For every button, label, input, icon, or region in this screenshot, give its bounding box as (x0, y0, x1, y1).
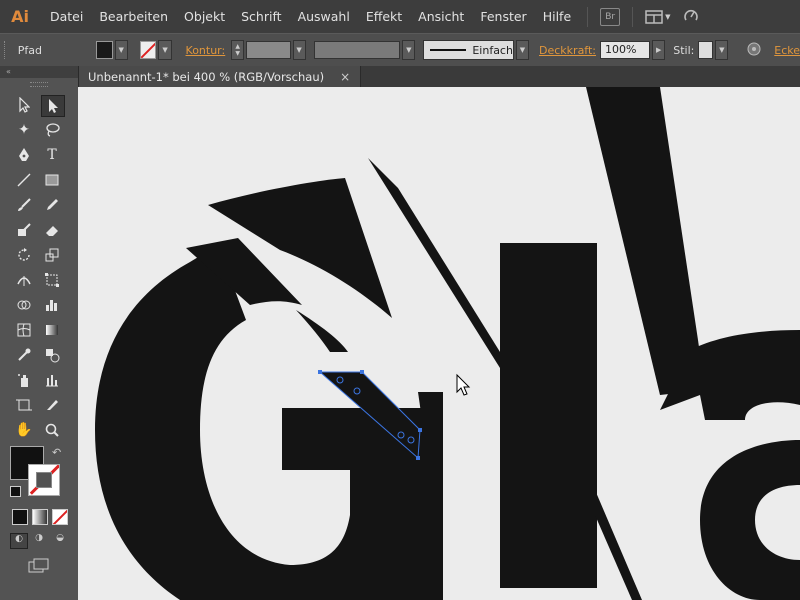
rotate-tool-icon[interactable] (13, 245, 35, 265)
lower-sliver[interactable] (595, 490, 642, 600)
artwork[interactable] (78, 87, 800, 600)
screen-mode-icon[interactable] (28, 558, 50, 577)
variable-width-field[interactable] (313, 41, 401, 59)
anchor-point[interactable] (360, 370, 364, 374)
object-type-label: Pfad (17, 43, 42, 57)
contour-link[interactable]: Kontur: (186, 44, 226, 57)
lasso-tool-icon[interactable] (41, 120, 63, 140)
color-mode-button[interactable] (12, 509, 28, 525)
anchor-point[interactable] (416, 456, 420, 460)
menu-effekt[interactable]: Effekt (358, 9, 410, 24)
mouse-pointer-icon (456, 373, 471, 396)
eraser-tool-icon[interactable] (41, 220, 63, 240)
none-mode-button[interactable] (52, 509, 68, 525)
pencil-tool-icon[interactable] (41, 195, 63, 215)
big-diagonal-stroke[interactable] (586, 87, 705, 395)
diagonal-sliver[interactable] (368, 158, 505, 368)
menu-auswahl[interactable]: Auswahl (290, 9, 358, 24)
selection-tool-icon[interactable] (13, 95, 35, 115)
menu-bar: Ai Datei Bearbeiten Objekt Schrift Auswa… (0, 0, 800, 33)
control-bar: Pfad ▼ ▼ Kontur: ▲ ▼ ▼ ▼ Einfach ▼ Deckkr… (0, 33, 800, 67)
symbol-sprayer-tool-icon[interactable] (13, 370, 35, 390)
stroke-weight-stepper[interactable]: ▲ ▼ (231, 40, 245, 60)
panel-grip[interactable] (30, 82, 48, 87)
grip-handle[interactable] (4, 41, 8, 59)
magic-wand-tool-icon[interactable]: ✦ (13, 120, 35, 140)
style-dropdown[interactable]: ▼ (715, 40, 729, 60)
stroke-dropdown[interactable]: ▼ (158, 40, 172, 60)
document-tab[interactable]: Unbenannt-1* bei 400 % (RGB/Vorschau) × (78, 66, 362, 87)
artboard-canvas[interactable] (78, 87, 800, 600)
document-tab-bar: Unbenannt-1* bei 400 % (RGB/Vorschau) × (78, 66, 800, 87)
slice-tool-icon[interactable] (41, 395, 63, 415)
column-graph-tool-icon[interactable] (41, 370, 63, 390)
fill-dropdown[interactable]: ▼ (114, 40, 128, 60)
stroke-style-field[interactable]: Einfach (423, 40, 514, 60)
gpu-performance-icon[interactable] (683, 7, 699, 26)
zoom-tool-icon[interactable] (41, 420, 63, 440)
menu-schrift[interactable]: Schrift (233, 9, 289, 24)
eyedropper-tool-icon[interactable] (13, 345, 35, 365)
menu-fenster[interactable]: Fenster (472, 9, 534, 24)
swap-colors-icon[interactable]: ↶ (52, 446, 61, 459)
letter-l-shape[interactable] (500, 243, 597, 588)
blob-brush-tool-icon[interactable] (13, 220, 35, 240)
stroke-style-label: Einfach (472, 43, 513, 57)
bridge-icon[interactable]: Br (600, 7, 621, 26)
menu-hilfe[interactable]: Hilfe (535, 9, 579, 24)
style-swatch[interactable] (698, 41, 714, 59)
arrange-documents-icon[interactable]: ▼ (645, 9, 671, 24)
gradient-tool-icon[interactable] (41, 320, 63, 340)
opacity-link[interactable]: Deckkraft: (539, 44, 596, 57)
app-logo: Ai (11, 7, 29, 26)
paintbrush-tool-icon[interactable] (13, 195, 35, 215)
menu-separator (587, 6, 589, 27)
draw-inside-icon[interactable]: ◒ (52, 533, 68, 547)
line-tool-icon[interactable] (13, 170, 35, 190)
style-label: Stil: (673, 43, 695, 57)
letter-a-bowl[interactable] (700, 440, 800, 600)
shape-builder-tool-icon[interactable] (13, 295, 35, 315)
type-tool-icon[interactable]: T (41, 145, 63, 165)
recolor-artwork-icon[interactable] (746, 41, 762, 60)
stroke-style-dropdown[interactable]: ▼ (515, 40, 530, 60)
blend-tool-icon[interactable] (41, 345, 63, 365)
panel-collapse-icon[interactable]: « (0, 66, 78, 78)
stroke-swatch[interactable] (139, 41, 157, 59)
variable-width-dropdown[interactable]: ▼ (402, 40, 416, 60)
width-tool-icon[interactable] (13, 270, 35, 290)
close-icon[interactable]: × (340, 70, 350, 84)
hand-tool-icon[interactable]: ✋ (13, 420, 35, 440)
document-tab-title: Unbenannt-1* bei 400 % (RGB/Vorschau) (88, 69, 325, 84)
stroke-weight-field[interactable] (246, 41, 291, 59)
tools-panel: « ✦ T ✋ ↶ ◐ ◑ ◒ (0, 66, 79, 600)
stroke-preview-line (430, 49, 467, 51)
fill-swatch[interactable] (96, 41, 113, 59)
menu-datei[interactable]: Datei (42, 9, 91, 24)
menu-ansicht[interactable]: Ansicht (410, 9, 472, 24)
anchor-point[interactable] (318, 370, 322, 374)
scale-tool-icon[interactable] (41, 245, 63, 265)
slice-piece-3[interactable] (296, 310, 348, 352)
graph-tool-icon[interactable] (41, 295, 63, 315)
corner-link[interactable]: Ecke (774, 44, 800, 57)
default-colors-icon[interactable] (10, 486, 21, 497)
rectangle-tool-icon[interactable] (41, 170, 63, 190)
direct-selection-tool-icon[interactable] (41, 95, 65, 117)
opacity-field[interactable]: 100% (600, 41, 651, 59)
menu-objekt[interactable]: Objekt (176, 9, 233, 24)
anchor-point[interactable] (418, 428, 422, 432)
free-transform-tool-icon[interactable] (41, 270, 63, 290)
mesh-tool-icon[interactable] (13, 320, 35, 340)
draw-normal-icon[interactable]: ◐ (10, 533, 28, 549)
artboard-tool-icon[interactable] (13, 395, 35, 415)
stroke-weight-dropdown[interactable]: ▼ (292, 40, 306, 60)
menu-bearbeiten[interactable]: Bearbeiten (91, 9, 176, 24)
pen-tool-icon[interactable] (13, 145, 35, 165)
gradient-mode-button[interactable] (32, 509, 48, 525)
menu-separator (632, 6, 634, 27)
opacity-dropdown[interactable]: ▶ (652, 40, 666, 60)
draw-behind-icon[interactable]: ◑ (31, 533, 47, 547)
stroke-color-box[interactable] (28, 464, 60, 496)
